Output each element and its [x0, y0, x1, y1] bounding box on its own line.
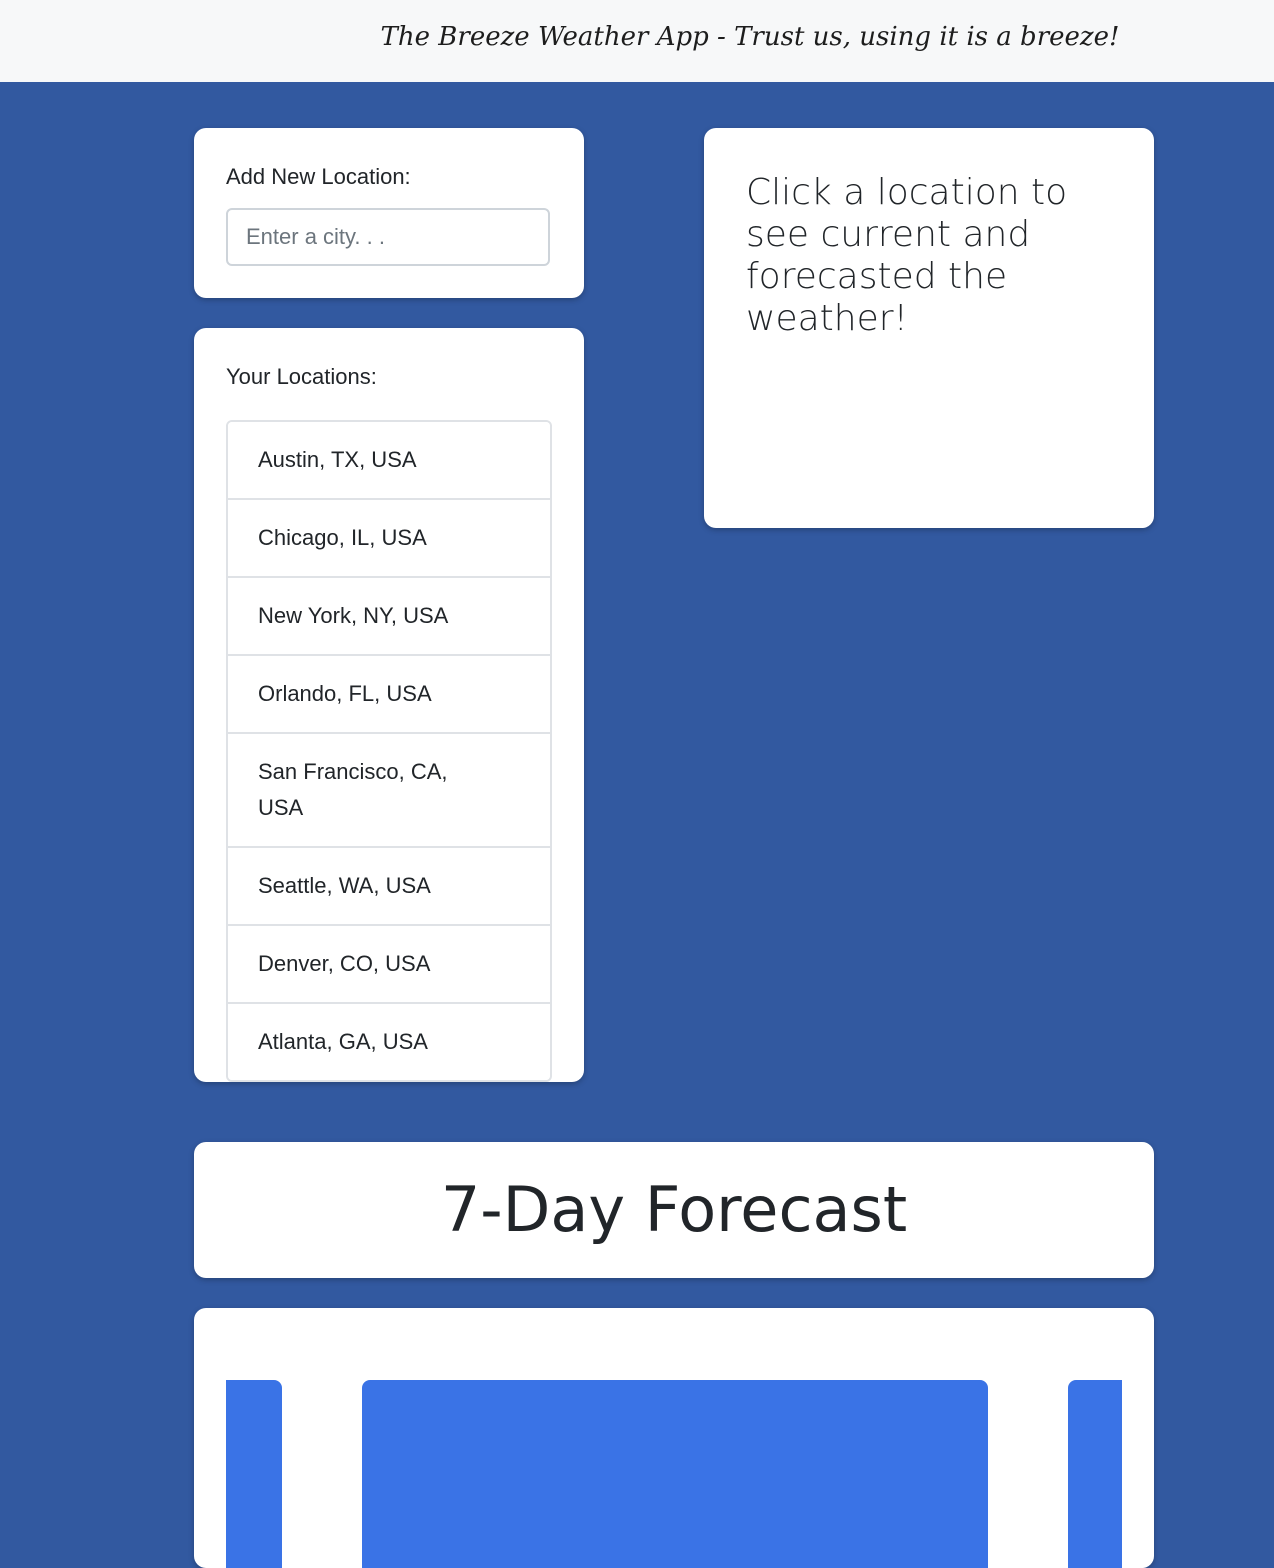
add-location-label: Add New Location: [226, 164, 411, 189]
app-brand-tagline[interactable]: The Breeze Weather App - Trust us, using… [0, 22, 1274, 52]
forecast-day-tile-current[interactable] [362, 1380, 988, 1568]
location-item-orlando[interactable]: Orlando, FL, USA [228, 654, 550, 732]
forecast-header-card: 7-Day Forecast [194, 1142, 1154, 1278]
location-item-austin[interactable]: Austin, TX, USA [228, 422, 550, 498]
locations-list: Austin, TX, USA Chicago, IL, USA New Yor… [226, 420, 552, 1082]
forecast-day-tile-previous[interactable] [226, 1380, 282, 1568]
forecast-day-tile-next[interactable] [1068, 1380, 1122, 1568]
add-location-card: Add New Location: [194, 128, 584, 298]
location-item-new-york[interactable]: New York, NY, USA [228, 576, 550, 654]
location-item-denver[interactable]: Denver, CO, USA [228, 924, 550, 1002]
weather-info-card: Click a location to see current and fore… [704, 128, 1154, 528]
select-location-prompt: Click a location to see current and fore… [746, 172, 1068, 339]
location-item-chicago[interactable]: Chicago, IL, USA [228, 498, 550, 576]
city-search-input[interactable] [226, 208, 550, 266]
location-item-atlanta[interactable]: Atlanta, GA, USA [228, 1002, 550, 1080]
your-locations-card: Your Locations: Austin, TX, USA Chicago,… [194, 328, 584, 1082]
your-locations-label: Your Locations: [226, 364, 377, 389]
location-item-seattle[interactable]: Seattle, WA, USA [228, 846, 550, 924]
forecast-carousel-card [194, 1308, 1154, 1568]
location-item-san-francisco[interactable]: San Francisco, CA, USA [228, 732, 550, 846]
forecast-title: 7-Day Forecast [440, 1173, 908, 1246]
top-navbar: The Breeze Weather App - Trust us, using… [0, 0, 1274, 82]
